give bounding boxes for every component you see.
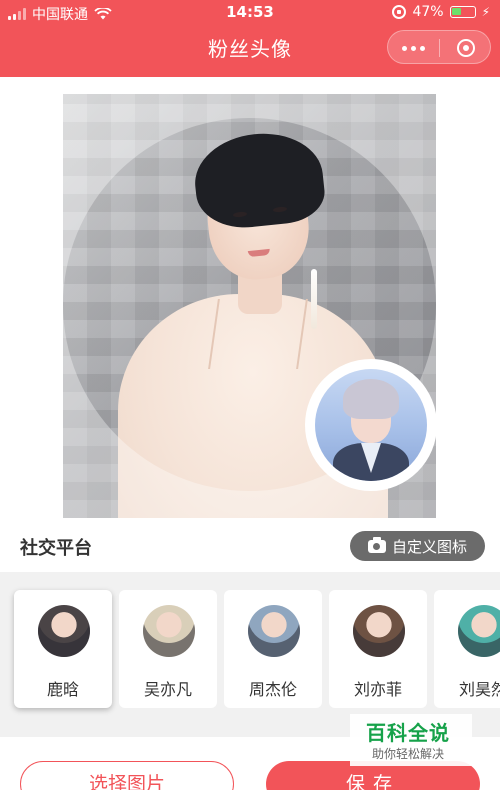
dot-icon [402,45,407,51]
star-card[interactable]: 鹿晗 [14,590,112,708]
avatar [353,605,405,657]
dot-icon [420,45,425,51]
top-bar: 中国联通 14:53 47% ⚡ 粉丝头像 [0,0,500,77]
avatar-preview-area [0,77,500,518]
charging-icon: ⚡ [481,5,490,19]
camera-icon [367,536,386,553]
star-card[interactable]: 吴亦凡 [119,590,217,708]
section-title: 社交平台 [20,538,92,559]
avatar [38,605,90,657]
avatar [143,605,195,657]
choose-image-button[interactable]: 选择图片 [20,761,234,790]
dot-icon [411,45,416,51]
star-name: 刘昊然 [458,680,500,699]
star-name: 周杰伦 [248,680,297,699]
watermark-logo: 百科全说 助你轻松解决 [350,714,472,766]
section-header: 社交平台 自定义图标 [0,518,500,572]
custom-icon-label: 自定义图标 [391,537,467,556]
avatar [458,605,500,657]
status-right: 47% ⚡ [392,4,490,20]
miniprogram-capsule [387,30,491,64]
star-badge-avatar[interactable] [305,359,437,491]
battery-fill [451,8,461,15]
star-card[interactable]: 刘亦菲 [329,590,427,708]
status-bar: 中国联通 14:53 47% ⚡ [0,0,500,26]
custom-icon-button[interactable]: 自定义图标 [350,531,485,561]
star-card[interactable]: 刘昊然 [434,590,500,708]
target-icon [457,39,475,57]
star-list: 鹿晗 吴亦凡 周杰伦 刘亦菲 刘昊然 [0,572,500,737]
star-name: 刘亦菲 [353,680,402,699]
more-button[interactable] [388,31,439,65]
watermark-title: 百科全说 [366,721,450,745]
star-name: 吴亦凡 [143,680,192,699]
battery-percent: 47% [412,4,444,20]
star-name: 鹿晗 [46,680,79,699]
badge-photo [315,369,427,481]
badge-subject-hair [343,379,399,419]
avatar [248,605,300,657]
star-card[interactable]: 周杰伦 [224,590,322,708]
close-miniprogram-button[interactable] [440,31,492,65]
battery-icon [449,6,476,18]
watermark-subtitle: 助你轻松解决 [372,747,445,761]
orientation-lock-icon [392,5,407,19]
